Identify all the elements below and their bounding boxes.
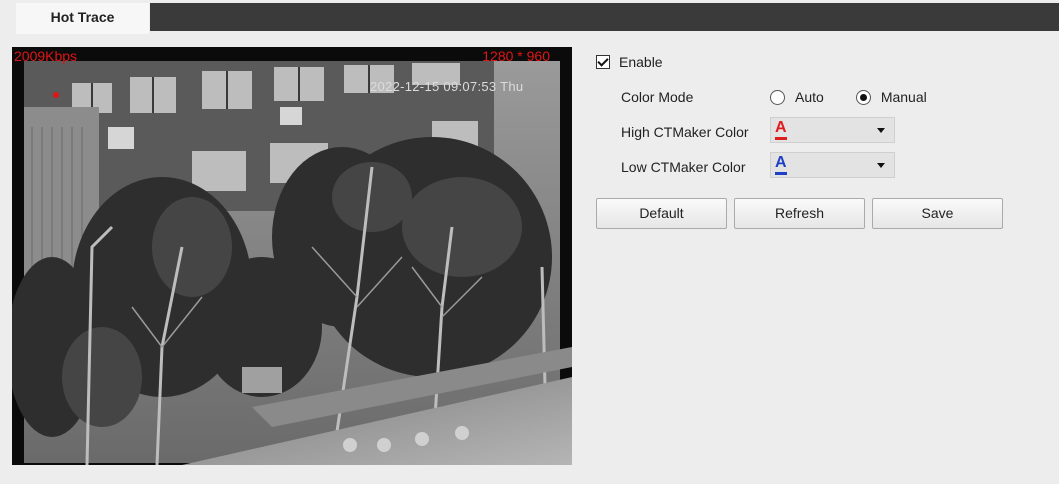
tab-bar-background (150, 3, 1059, 31)
low-ctmaker-color-label: Low CTMaker Color (621, 159, 746, 175)
high-ctmaker-color-label: High CTMaker Color (621, 124, 749, 140)
color-mode-radio-group: Auto Manual (770, 87, 927, 107)
enable-checkbox[interactable] (596, 55, 610, 69)
thermal-scene-image (12, 47, 572, 465)
radio-manual-label: Manual (880, 89, 927, 105)
color-mode-label: Color Mode (621, 89, 694, 105)
top-tab-bar: Hot Trace (0, 0, 1059, 34)
default-button[interactable]: Default (596, 198, 727, 229)
tab-hot-trace[interactable]: Hot Trace (16, 3, 149, 34)
bitrate-overlay: 2009Kbps (14, 48, 78, 64)
chevron-down-icon (877, 163, 885, 168)
low-ctmaker-color-select[interactable]: A (770, 152, 895, 178)
resolution-overlay: 1280 * 960 (482, 48, 550, 64)
enable-label: Enable (619, 54, 663, 70)
timestamp-overlay: 2022-12-15 09:07:53 Thu (370, 79, 524, 94)
refresh-button[interactable]: Refresh (734, 198, 865, 229)
save-button[interactable]: Save (872, 198, 1003, 229)
low-color-swatch: A (775, 154, 787, 175)
high-ctmaker-color-select[interactable]: A (770, 117, 895, 143)
radio-auto[interactable] (770, 89, 785, 105)
enable-row: Enable (596, 52, 663, 72)
thermal-video-preview[interactable]: 2009Kbps 1280 * 960 2022-12-15 09:07:53 … (12, 47, 572, 465)
high-color-swatch: A (775, 119, 787, 140)
chevron-down-icon (877, 128, 885, 133)
radio-auto-label: Auto (795, 89, 824, 105)
radio-manual[interactable] (855, 89, 871, 105)
